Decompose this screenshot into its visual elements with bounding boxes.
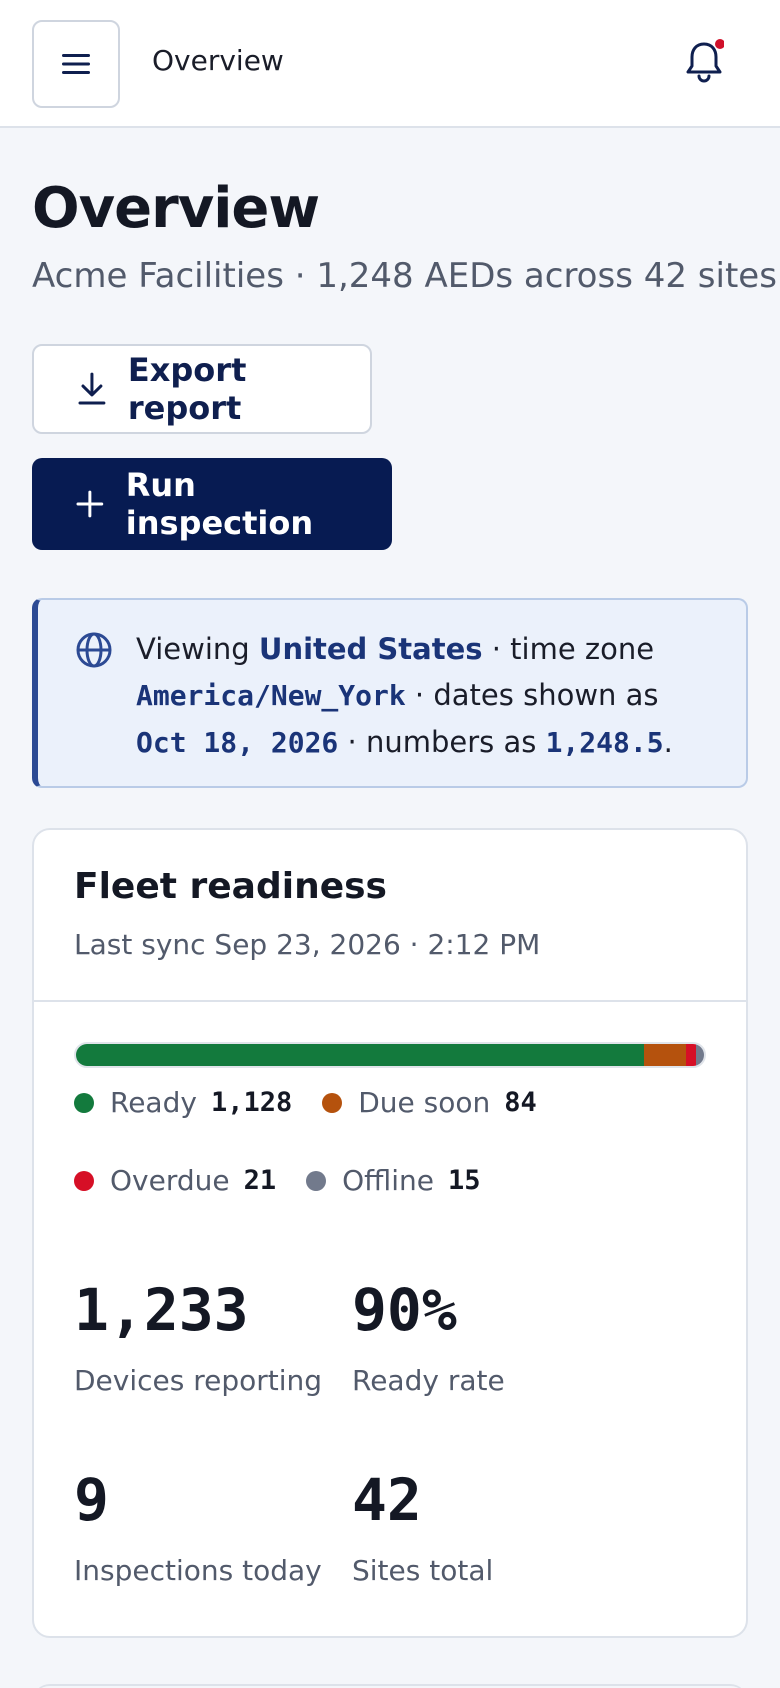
notification-dot bbox=[715, 39, 725, 49]
readiness-segment-overdue bbox=[685, 1044, 697, 1066]
locale-text: Viewing United States · time zone Americ… bbox=[136, 626, 716, 766]
run-inspection-button[interactable]: Run inspection bbox=[32, 458, 392, 550]
readiness-segment-due-soon bbox=[643, 1044, 686, 1066]
locale-number-sample: 1,248.5 bbox=[545, 726, 664, 759]
topbar-title: Overview bbox=[152, 44, 284, 77]
legend-row-1: Ready 1,128 Due soon 84 bbox=[74, 1086, 567, 1119]
legend-ready: Ready 1,128 bbox=[74, 1086, 292, 1119]
legend-ready-count: 1,128 bbox=[210, 1087, 293, 1118]
bell-icon bbox=[686, 39, 725, 83]
overdue-dot bbox=[74, 1170, 94, 1191]
offline-dot bbox=[306, 1170, 327, 1191]
locale-dates-prefix: · dates shown as bbox=[405, 678, 659, 712]
locale-numbers-prefix: · numbers as bbox=[338, 725, 546, 759]
ready-dot bbox=[74, 1092, 94, 1113]
locale-viewing-prefix: Viewing bbox=[136, 632, 259, 666]
stat-inspections-today: 9 Inspections today bbox=[74, 1470, 322, 1587]
legend-row-2: Overdue 21 Offline 15 bbox=[74, 1164, 511, 1197]
legend-overdue: Overdue 21 bbox=[74, 1164, 276, 1197]
locale-suffix: . bbox=[663, 725, 673, 759]
stat-devices-reporting-label: Devices reporting bbox=[74, 1364, 323, 1397]
download-icon bbox=[78, 372, 106, 405]
legend-overdue-label: Overdue bbox=[110, 1164, 230, 1197]
locale-tz-prefix: · time zone bbox=[482, 632, 655, 666]
stat-ready-rate: 90% Ready rate bbox=[352, 1280, 505, 1397]
legend-due-soon-count: 84 bbox=[504, 1087, 537, 1118]
legend-offline: Offline 15 bbox=[306, 1164, 481, 1197]
plus-icon bbox=[76, 490, 104, 518]
run-inspection-label: Run inspection bbox=[125, 466, 314, 542]
readiness-segment-offline bbox=[696, 1044, 704, 1066]
legend-due-soon-label: Due soon bbox=[358, 1086, 491, 1119]
notifications-button[interactable] bbox=[684, 38, 725, 84]
stat-sites-total: 42 Sites total bbox=[352, 1470, 493, 1587]
export-report-label: Export report bbox=[127, 351, 247, 427]
page-title: Overview bbox=[32, 176, 320, 241]
stat-sites-total-label: Sites total bbox=[352, 1554, 494, 1587]
legend-due-soon: Due soon 84 bbox=[322, 1086, 537, 1119]
locale-timezone: America/New_York bbox=[136, 679, 406, 712]
stat-devices-reporting-value: 1,233 bbox=[74, 1276, 249, 1344]
locale-country: United States bbox=[258, 632, 483, 666]
stat-ready-rate-label: Ready rate bbox=[352, 1364, 505, 1397]
card-divider bbox=[34, 1000, 746, 1002]
stat-devices-reporting: 1,233 Devices reporting bbox=[74, 1280, 322, 1397]
next-card-edge bbox=[32, 1684, 748, 1688]
export-report-button[interactable]: Export report bbox=[32, 344, 372, 434]
readiness-segment-ready bbox=[76, 1044, 644, 1066]
legend-offline-label: Offline bbox=[342, 1164, 434, 1197]
globe-icon bbox=[76, 632, 112, 668]
stat-inspections-today-value: 9 bbox=[74, 1466, 109, 1534]
hamburger-icon bbox=[62, 54, 90, 74]
locale-banner: Viewing United States · time zone Americ… bbox=[32, 598, 748, 788]
top-bar: Overview bbox=[0, 0, 780, 128]
menu-button[interactable] bbox=[32, 20, 120, 108]
legend-ready-label: Ready bbox=[110, 1086, 197, 1119]
stat-sites-total-value: 42 bbox=[352, 1466, 422, 1534]
last-sync-text: Last sync Sep 23, 2026 · 2:12 PM bbox=[74, 928, 541, 961]
locale-date-sample: Oct 18, 2026 bbox=[136, 726, 339, 759]
legend-offline-count: 15 bbox=[448, 1165, 481, 1196]
page-subtitle: Acme Facilities · 1,248 AEDs across 42 s… bbox=[32, 256, 777, 296]
readiness-bar bbox=[74, 1042, 706, 1068]
fleet-readiness-card: Fleet readiness Last sync Sep 23, 2026 ·… bbox=[32, 828, 748, 1638]
due-soon-dot bbox=[322, 1092, 343, 1113]
stat-ready-rate-value: 90% bbox=[352, 1276, 457, 1344]
stat-inspections-today-label: Inspections today bbox=[74, 1554, 322, 1587]
fleet-readiness-title: Fleet readiness bbox=[74, 866, 387, 907]
legend-overdue-count: 21 bbox=[243, 1165, 277, 1196]
